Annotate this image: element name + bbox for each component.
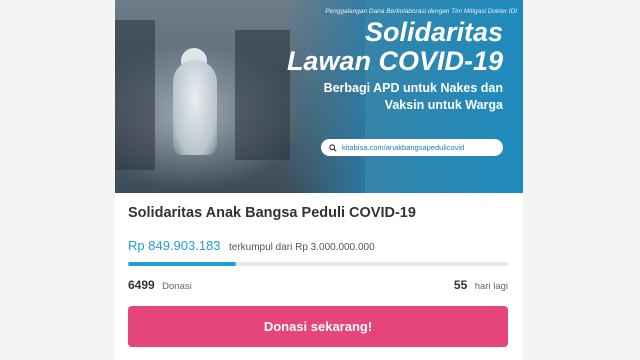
donor-count-value: 6499 bbox=[128, 278, 155, 292]
banner-subtitle-line1: Berbagi APD untuk Nakes dan bbox=[323, 81, 503, 95]
campaign-url-text: kitabisa.com/anakbangsapedulicovid bbox=[342, 143, 465, 152]
donor-count: 6499 Donasi bbox=[128, 276, 192, 294]
days-remaining-value: 55 bbox=[453, 278, 468, 292]
banner-title-line1: Solidaritas bbox=[364, 17, 503, 47]
banner-kicker: Penggalangan Dana Berkolaborasi dengan T… bbox=[325, 8, 517, 15]
page-margin-left bbox=[0, 0, 115, 360]
days-remaining-label: hari lagi bbox=[474, 281, 508, 292]
raised-amount: Rp 849.903.183 bbox=[128, 238, 221, 253]
campaign-card: Penggalangan Dana Berkolaborasi dengan T… bbox=[115, 0, 523, 360]
page-margin-right bbox=[523, 0, 640, 360]
banner-photo bbox=[115, 0, 365, 193]
campaign-banner[interactable]: Penggalangan Dana Berkolaborasi dengan T… bbox=[115, 0, 523, 193]
funding-progress-bar bbox=[128, 262, 508, 266]
search-icon bbox=[329, 143, 337, 152]
days-remaining: 55 hari lagi bbox=[454, 276, 508, 294]
campaign-title[interactable]: Solidaritas Anak Bangsa Peduli COVID-19 bbox=[128, 205, 416, 221]
donate-now-button[interactable]: Donasi sekarang! bbox=[128, 306, 508, 347]
amount-line: Rp 849.903.183 terkumpul dari Rp 3.000.0… bbox=[128, 237, 375, 255]
funding-progress-fill bbox=[128, 262, 236, 266]
donor-count-label: Donasi bbox=[162, 281, 192, 292]
raised-target-text: terkumpul dari Rp 3.000.000.000 bbox=[228, 242, 375, 253]
health-worker-figure bbox=[173, 60, 217, 155]
banner-subtitle-line2: Vaksin untuk Warga bbox=[384, 98, 503, 112]
campaign-url-pill: kitabisa.com/anakbangsapedulicovid bbox=[321, 139, 503, 156]
banner-title-line2: Lawan COVID-19 bbox=[286, 46, 503, 76]
